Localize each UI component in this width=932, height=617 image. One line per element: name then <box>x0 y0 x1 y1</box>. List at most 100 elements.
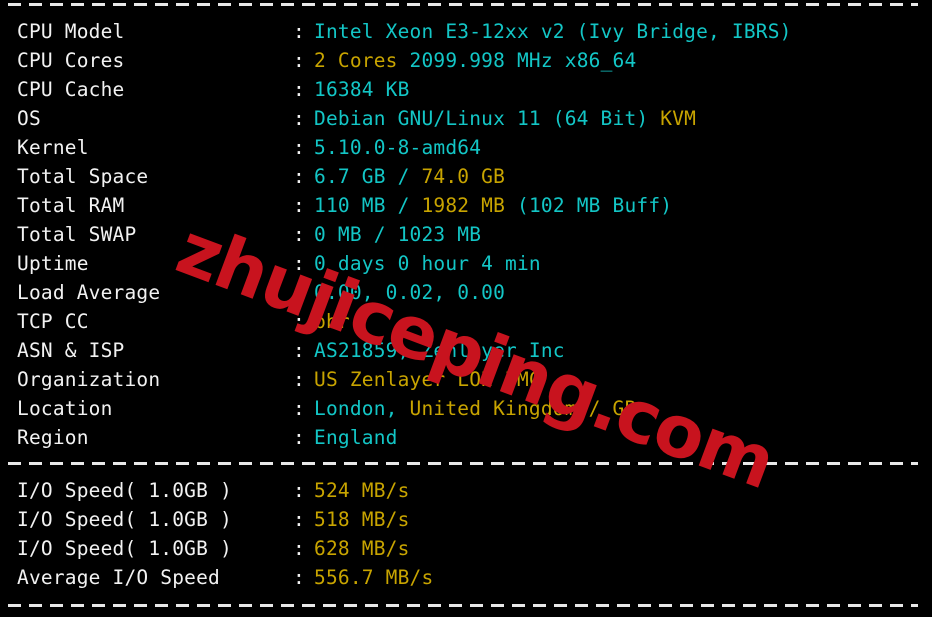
value-segment: 518 MB/s <box>314 508 410 531</box>
info-row: TCP CC: bbr <box>0 307 932 336</box>
info-row: Kernel:5.10.0-8-amd64 <box>0 133 932 162</box>
info-row-label: OS <box>17 107 41 130</box>
value-segment: 0 MB / 1023 MB <box>314 223 482 246</box>
info-row-label: Total RAM <box>17 194 125 217</box>
info-row-value: bbr <box>314 307 350 336</box>
info-row-label: Total SWAP <box>17 223 137 246</box>
value-segment: 524 MB/s <box>314 479 410 502</box>
info-row-value: 16384 KB <box>314 75 410 104</box>
info-row: Region: England <box>0 423 932 452</box>
info-row: ASN & ISP: AS21859, Zenlayer Inc <box>0 336 932 365</box>
info-row-label: Average I/O Speed <box>17 566 220 589</box>
info-row-label: Kernel <box>17 136 89 159</box>
info-row: CPU Cores:2 Cores 2099.998 MHz x86_64 <box>0 46 932 75</box>
value-segment: 16384 KB <box>314 78 410 101</box>
info-row-value: 556.7 MB/s <box>314 563 433 592</box>
value-segment: KVM <box>660 107 697 130</box>
info-row-label: ASN & ISP <box>17 339 125 362</box>
value-segment: US Zenlayer LON BMC <box>314 368 541 391</box>
info-row-label: I/O Speed( 1.0GB ) <box>17 508 232 531</box>
info-row-value: 0.00, 0.02, 0.00 <box>314 278 505 307</box>
value-segment: AS21859, Zenlayer Inc <box>314 339 565 362</box>
info-row-label: Region <box>17 426 89 449</box>
info-row-colon: : <box>293 339 305 362</box>
value-segment: 628 MB/s <box>314 537 410 560</box>
value-segment: London, <box>314 397 410 420</box>
system-info-block: CPU Model: Intel Xeon E3-12xx v2 (Ivy Bri… <box>0 17 932 452</box>
info-row-colon: : <box>293 20 305 43</box>
info-row-label: Location <box>17 397 113 420</box>
info-row-colon: : <box>293 107 305 130</box>
info-row-value: 2 Cores 2099.998 MHz x86_64 <box>314 46 636 75</box>
info-row-colon: : <box>293 537 305 560</box>
info-row-label: Total Space <box>17 165 149 188</box>
info-row-colon: : <box>293 397 305 420</box>
info-row: Total RAM:110 MB / 1982 MB (102 MB Buff) <box>0 191 932 220</box>
terminal-window: CPU Model: Intel Xeon E3-12xx v2 (Ivy Bri… <box>0 0 932 617</box>
value-segment: / <box>397 194 422 217</box>
info-row-value: 110 MB / 1982 MB (102 MB Buff) <box>314 191 672 220</box>
info-row-value: England <box>314 423 398 452</box>
info-row-colon: : <box>293 310 305 333</box>
value-segment: England <box>314 426 398 449</box>
info-row-value: 518 MB/s <box>314 505 410 534</box>
value-segment: bbr <box>314 310 350 333</box>
value-segment: 556.7 MB/s <box>314 566 434 589</box>
value-segment: / <box>397 165 422 188</box>
value-segment: 74.0 GB <box>421 165 506 188</box>
info-row: Average I/O Speed:556.7 MB/s <box>0 563 932 592</box>
info-row-label: TCP CC <box>17 310 89 333</box>
value-segment: 2099.998 MHz x86_64 <box>397 49 637 72</box>
info-row-colon: : <box>293 78 305 101</box>
info-row-value: US Zenlayer LON BMC <box>314 365 541 394</box>
info-row: I/O Speed( 1.0GB ):524 MB/s <box>0 476 932 505</box>
separator-top <box>8 3 918 6</box>
value-segment: 1982 MB <box>421 194 506 217</box>
info-row-value: 524 MB/s <box>314 476 410 505</box>
info-row: CPU Model: Intel Xeon E3-12xx v2 (Ivy Bri… <box>0 17 932 46</box>
info-row-colon: : <box>293 281 305 304</box>
info-row: Total Space:6.7 GB / 74.0 GB <box>0 162 932 191</box>
info-row-colon: : <box>293 136 305 159</box>
value-segment: Intel Xeon E3-12xx v2 (Ivy Bridge, IBRS) <box>314 20 792 43</box>
info-row-label: CPU Cores <box>17 49 125 72</box>
info-row-value: London, United Kingdom / GB <box>314 394 636 423</box>
info-row-label: Uptime <box>17 252 89 275</box>
value-segment: 110 MB <box>314 194 398 217</box>
info-row-value: 0 days 0 hour 4 min <box>314 249 541 278</box>
separator-middle <box>8 462 918 465</box>
value-segment: United Kingdom / GB <box>409 397 637 420</box>
info-row: Organization: US Zenlayer LON BMC <box>0 365 932 394</box>
io-speed-block: I/O Speed( 1.0GB ):524 MB/s I/O Speed( 1.… <box>0 476 932 592</box>
info-row-value: 628 MB/s <box>314 534 410 563</box>
info-row: Location: London, United Kingdom / GB <box>0 394 932 423</box>
info-row: OS: Debian GNU/Linux 11 (64 Bit) KVM <box>0 104 932 133</box>
info-row-colon: : <box>293 165 305 188</box>
info-row-value: Debian GNU/Linux 11 (64 Bit) KVM <box>314 104 696 133</box>
info-row-colon: : <box>293 566 305 589</box>
info-row-value: AS21859, Zenlayer Inc <box>314 336 565 365</box>
info-row-label: Load Average <box>17 281 161 304</box>
info-row-colon: : <box>293 479 305 502</box>
info-row-colon: : <box>293 194 305 217</box>
info-row-label: I/O Speed( 1.0GB ) <box>17 479 232 502</box>
value-segment: 0 days 0 hour 4 min <box>314 252 541 275</box>
info-row-colon: : <box>293 252 305 275</box>
value-segment: 2 Cores <box>314 49 398 72</box>
info-row: I/O Speed( 1.0GB ):518 MB/s <box>0 505 932 534</box>
value-segment: 0.00, 0.02, 0.00 <box>314 281 506 304</box>
info-row: Uptime:0 days 0 hour 4 min <box>0 249 932 278</box>
info-row-label: Organization <box>17 368 161 391</box>
info-row: Load Average:0.00, 0.02, 0.00 <box>0 278 932 307</box>
separator-bottom <box>8 604 918 607</box>
info-row-colon: : <box>293 508 305 531</box>
info-row-label: CPU Model <box>17 20 125 43</box>
info-row-label: CPU Cache <box>17 78 125 101</box>
info-row: CPU Cache:16384 KB <box>0 75 932 104</box>
info-row-label: I/O Speed( 1.0GB ) <box>17 537 232 560</box>
info-row-value: 5.10.0-8-amd64 <box>314 133 481 162</box>
info-row: I/O Speed( 1.0GB ):628 MB/s <box>0 534 932 563</box>
info-row: Total SWAP:0 MB / 1023 MB <box>0 220 932 249</box>
value-segment: (102 MB Buff) <box>505 194 673 217</box>
value-segment: Debian GNU/Linux 11 (64 Bit) <box>314 107 661 130</box>
